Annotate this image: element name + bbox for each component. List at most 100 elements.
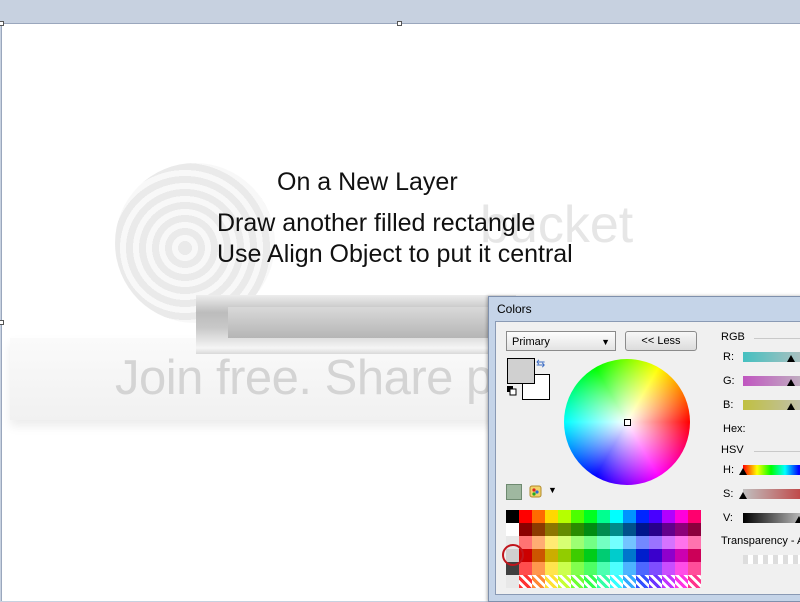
palette-swatch[interactable] <box>636 549 649 562</box>
v-slider[interactable] <box>743 513 800 523</box>
palette-swatch[interactable] <box>675 575 688 588</box>
palette-swatch[interactable] <box>688 523 701 536</box>
less-button[interactable]: << Less <box>625 331 697 351</box>
alpha-slider[interactable] <box>743 555 800 564</box>
palette-swatch[interactable] <box>623 523 636 536</box>
palette-swatch[interactable] <box>558 575 571 588</box>
palette-swatch[interactable] <box>571 562 584 575</box>
palette-swatch[interactable] <box>688 562 701 575</box>
palette-swatch[interactable] <box>688 549 701 562</box>
palette-swatch[interactable] <box>519 562 532 575</box>
palette-swatch[interactable] <box>649 575 662 588</box>
palette-swatch[interactable] <box>519 510 532 523</box>
palette-swatch[interactable] <box>675 510 688 523</box>
palette-swatch[interactable] <box>558 523 571 536</box>
palette-swatch[interactable] <box>571 575 584 588</box>
palette-swatch[interactable] <box>675 523 688 536</box>
palette-swatch[interactable] <box>675 562 688 575</box>
colors-window[interactable]: Colors Primary ▼ << Less ⇆ ▼ RGB R: G: B… <box>488 296 800 602</box>
s-slider[interactable] <box>739 489 800 499</box>
r-slider[interactable] <box>743 352 800 362</box>
palette-swatch[interactable] <box>597 562 610 575</box>
palette-swatch[interactable] <box>675 536 688 549</box>
palette-swatch[interactable] <box>597 549 610 562</box>
palette-swatch[interactable] <box>636 575 649 588</box>
palette-swatch[interactable] <box>545 510 558 523</box>
add-color-icon[interactable] <box>506 484 522 500</box>
palette-swatch[interactable] <box>558 536 571 549</box>
palette-swatch[interactable] <box>610 523 623 536</box>
b-slider[interactable] <box>743 400 800 410</box>
palette-swatch[interactable] <box>649 510 662 523</box>
palette-swatch[interactable] <box>506 523 519 536</box>
palette-swatch[interactable] <box>545 523 558 536</box>
primary-color-swatch[interactable] <box>507 358 535 384</box>
palette-swatch[interactable] <box>662 575 675 588</box>
selection-handle-left[interactable] <box>0 320 4 325</box>
swap-colors-icon[interactable]: ⇆ <box>536 357 545 370</box>
palette-swatch[interactable] <box>662 562 675 575</box>
palette-swatch[interactable] <box>571 510 584 523</box>
color-mode-select[interactable]: Primary ▼ <box>506 331 616 351</box>
palette-swatch[interactable] <box>623 562 636 575</box>
palette-swatch[interactable] <box>532 562 545 575</box>
v-slider-thumb[interactable] <box>795 516 800 523</box>
palette-swatch[interactable] <box>545 562 558 575</box>
palette-swatch[interactable] <box>688 510 701 523</box>
palette-swatch[interactable] <box>623 549 636 562</box>
palette-swatch[interactable] <box>558 510 571 523</box>
palette-swatch[interactable] <box>584 510 597 523</box>
palette-swatch[interactable] <box>532 575 545 588</box>
color-wheel-marker[interactable] <box>624 419 631 426</box>
s-slider-thumb[interactable] <box>739 492 747 499</box>
palette-swatch[interactable] <box>597 575 610 588</box>
h-slider-thumb[interactable] <box>739 468 747 475</box>
palette-swatch[interactable] <box>558 562 571 575</box>
palette-swatch[interactable] <box>571 523 584 536</box>
chevron-down-icon[interactable]: ▼ <box>548 485 557 495</box>
palette-swatch[interactable] <box>675 549 688 562</box>
palette-swatch[interactable] <box>636 562 649 575</box>
palette-swatch[interactable] <box>532 523 545 536</box>
palette-swatch[interactable] <box>636 510 649 523</box>
r-slider-thumb[interactable] <box>787 355 795 362</box>
palette-swatch[interactable] <box>597 523 610 536</box>
palette-swatch[interactable] <box>649 536 662 549</box>
selection-handle-top-left[interactable] <box>0 21 4 26</box>
palette-swatch[interactable] <box>584 549 597 562</box>
palette-swatch[interactable] <box>688 575 701 588</box>
palette-swatch[interactable] <box>545 549 558 562</box>
palette-swatch[interactable] <box>597 536 610 549</box>
palette-swatch[interactable] <box>623 510 636 523</box>
palette-swatch[interactable] <box>584 523 597 536</box>
b-slider-thumb[interactable] <box>787 403 795 410</box>
palette-swatch[interactable] <box>571 549 584 562</box>
palette-swatch[interactable] <box>597 510 610 523</box>
palette-swatch[interactable] <box>545 575 558 588</box>
palette-swatch[interactable] <box>506 575 519 588</box>
palette-swatch[interactable] <box>584 575 597 588</box>
palette-swatch[interactable] <box>662 510 675 523</box>
g-slider[interactable] <box>743 376 800 386</box>
palette-swatch[interactable] <box>636 523 649 536</box>
palette-swatch[interactable] <box>571 536 584 549</box>
g-slider-thumb[interactable] <box>787 379 795 386</box>
palette-swatch[interactable] <box>649 523 662 536</box>
palette-swatch[interactable] <box>519 575 532 588</box>
palette-swatch[interactable] <box>584 536 597 549</box>
palette-swatch[interactable] <box>662 549 675 562</box>
selection-handle-top[interactable] <box>397 21 402 26</box>
palette-swatch[interactable] <box>623 536 636 549</box>
palette-swatch[interactable] <box>610 575 623 588</box>
palette-swatch[interactable] <box>519 523 532 536</box>
palette-swatch[interactable] <box>506 510 519 523</box>
palette-swatch[interactable] <box>532 536 545 549</box>
h-slider[interactable] <box>739 465 800 475</box>
palette-menu-icon[interactable] <box>529 484 543 498</box>
palette-swatch[interactable] <box>649 549 662 562</box>
palette-swatch[interactable] <box>610 562 623 575</box>
palette-swatch[interactable] <box>558 549 571 562</box>
reset-colors-icon[interactable] <box>507 386 517 396</box>
palette-swatch[interactable] <box>584 562 597 575</box>
palette-swatch[interactable] <box>688 536 701 549</box>
